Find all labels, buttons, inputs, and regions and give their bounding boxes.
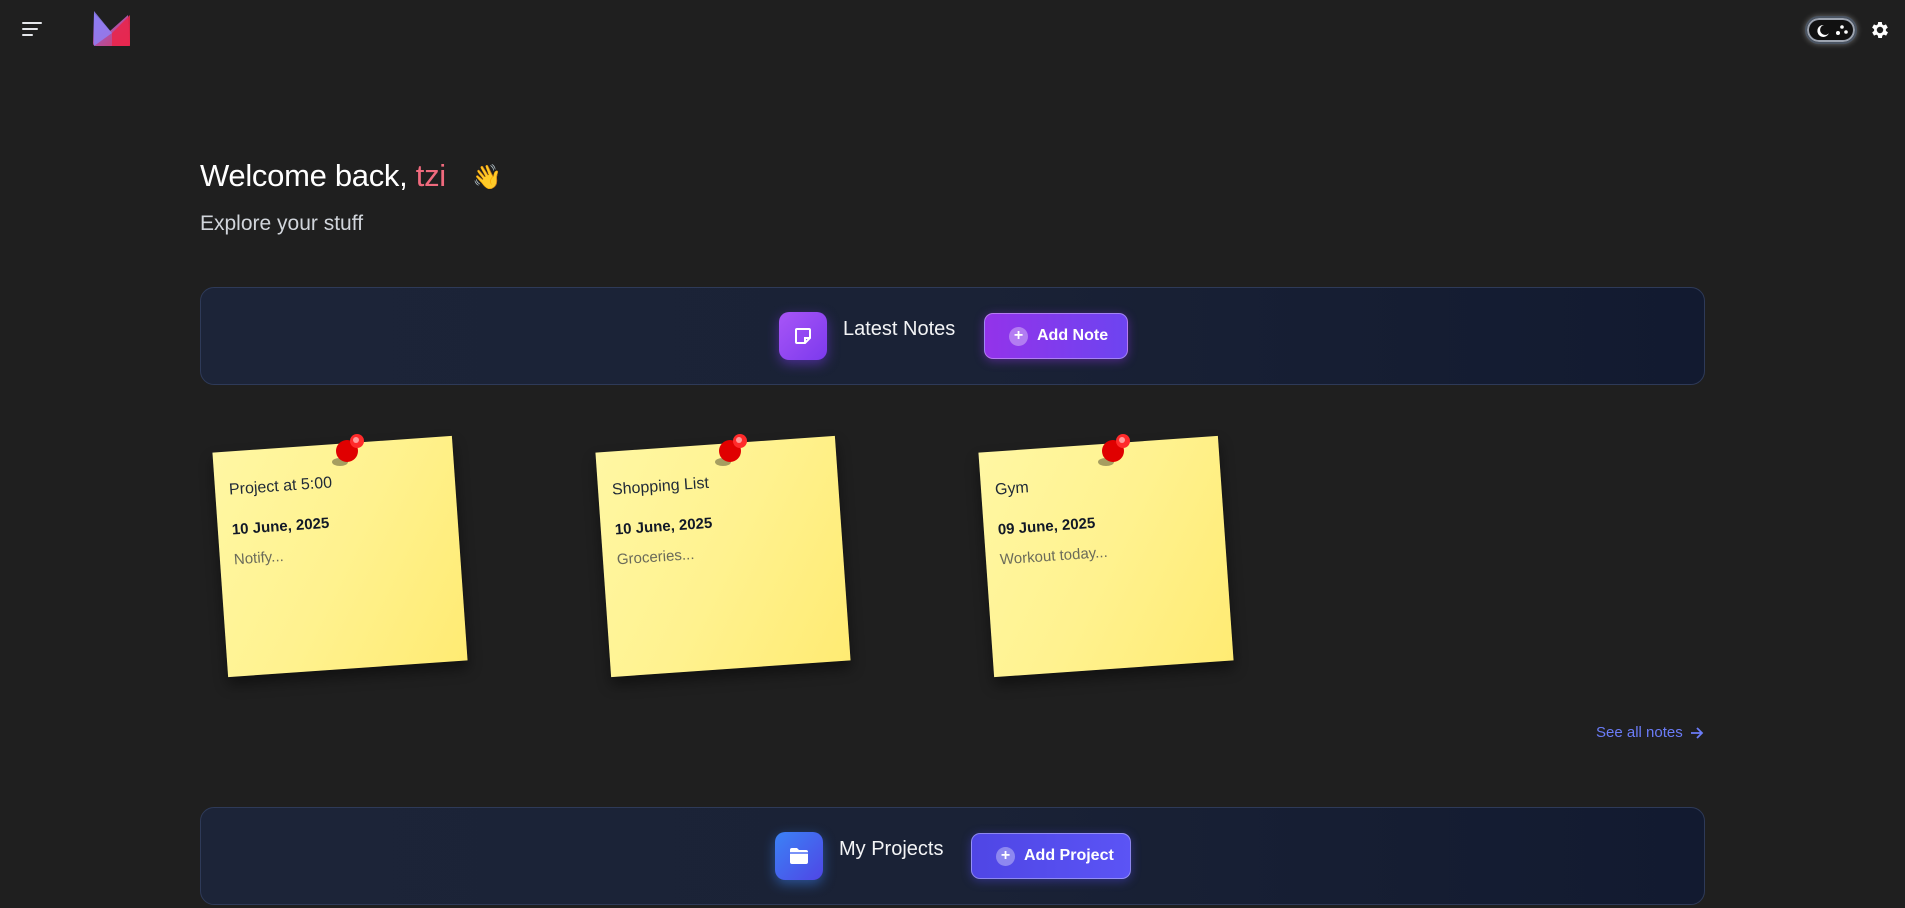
add-project-label: Add Project <box>1024 847 1114 864</box>
gear-icon[interactable] <box>1869 19 1891 41</box>
note-title: Project at 5:00 <box>228 474 333 499</box>
app-logo[interactable] <box>92 9 132 47</box>
note-preview: Groceries... <box>616 546 695 569</box>
note-card[interactable]: Shopping List 10 June, 2025 Groceries... <box>595 435 851 678</box>
plus-icon: + <box>996 846 1015 866</box>
add-project-button[interactable]: + Add Project <box>971 833 1131 879</box>
see-all-notes-label: See all notes <box>1596 724 1683 741</box>
welcome-heading: Welcome back, tzi 👋 <box>200 158 502 194</box>
plus-icon: + <box>1009 326 1028 346</box>
folder-icon <box>775 832 823 880</box>
note-preview: Workout today... <box>999 543 1109 569</box>
latest-notes-title: Latest Notes <box>843 318 956 340</box>
theme-toggle[interactable] <box>1805 16 1857 44</box>
hamburger-menu-icon[interactable] <box>20 19 44 39</box>
pushpin-icon <box>332 434 364 466</box>
username: tzi <box>415 158 446 193</box>
note-card[interactable]: Gym 09 June, 2025 Workout today... <box>978 435 1234 678</box>
note-title: Gym <box>994 479 1030 499</box>
my-projects-title: My Projects <box>839 838 944 860</box>
page-subtitle: Explore your stuff <box>200 212 364 235</box>
arrow-right-icon <box>1690 726 1704 739</box>
note-date: 10 June, 2025 <box>614 514 713 539</box>
see-all-notes-link[interactable]: See all notes <box>1596 724 1704 741</box>
moon-icon <box>1817 24 1848 37</box>
note-card[interactable]: Project at 5:00 10 June, 2025 Notify... <box>212 435 468 678</box>
note-date: 09 June, 2025 <box>997 514 1096 539</box>
add-note-label: Add Note <box>1037 327 1109 344</box>
greeting-text: Welcome back, <box>200 158 408 193</box>
latest-notes-header: Latest Notes + Add Note <box>200 287 1705 385</box>
add-note-button[interactable]: + Add Note <box>984 313 1128 359</box>
note-date: 10 June, 2025 <box>231 514 330 539</box>
top-bar <box>0 0 1905 60</box>
pushpin-icon <box>715 434 747 466</box>
note-preview: Notify... <box>233 547 285 569</box>
pushpin-icon <box>1098 434 1130 466</box>
sticky-note-icon <box>779 312 827 360</box>
my-projects-header: My Projects + Add Project <box>200 807 1705 905</box>
note-title: Shopping List <box>611 474 710 499</box>
wave-icon: 👋 <box>472 164 502 191</box>
